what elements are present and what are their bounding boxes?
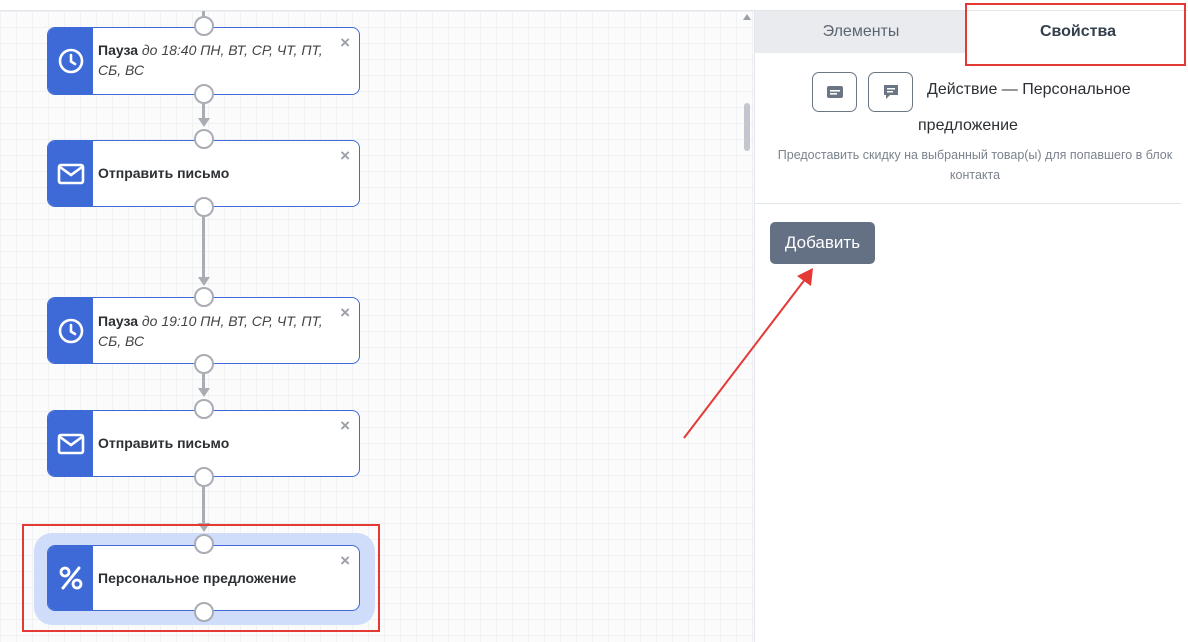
clock-icon — [48, 28, 93, 94]
node-port[interactable] — [193, 84, 214, 104]
close-icon[interactable]: × — [340, 417, 350, 434]
close-icon[interactable]: × — [340, 147, 350, 164]
envelope-icon — [48, 141, 93, 206]
comment-icon — [883, 85, 898, 99]
connector-line — [202, 217, 205, 277]
node-text: Отправить письмо — [98, 163, 335, 183]
connector-arrow — [197, 388, 210, 397]
node-port[interactable] — [193, 287, 214, 307]
connector-arrow — [197, 277, 210, 286]
scroll-up-icon[interactable] — [743, 14, 751, 20]
annotation-highlight-node — [22, 524, 380, 632]
node-port[interactable] — [193, 399, 214, 419]
close-icon[interactable]: × — [340, 34, 350, 51]
node-port[interactable] — [193, 197, 214, 217]
panel-title-continued: предложение — [918, 117, 1018, 134]
panel-title: Действие — Персональное — [927, 81, 1131, 98]
node-text: Пауза до 19:10 ПН, ВТ, СР, ЧТ, ПТ, СБ, В… — [98, 311, 335, 351]
connector-arrow — [197, 118, 210, 127]
node-title: Отправить письмо — [98, 435, 230, 451]
close-icon[interactable]: × — [340, 304, 350, 321]
scrollbar-thumb[interactable] — [744, 103, 750, 151]
node-title: Пауза — [98, 42, 139, 58]
divider — [755, 203, 1181, 204]
message-icon — [826, 86, 843, 98]
tab-elements[interactable]: Элементы — [755, 11, 967, 53]
connector-line — [202, 104, 205, 118]
message-button[interactable] — [812, 72, 857, 112]
envelope-icon — [48, 411, 93, 476]
node-port[interactable] — [193, 129, 214, 149]
connector-line — [202, 374, 205, 388]
annotation-highlight-tab — [965, 3, 1186, 66]
properties-panel: Элементы Свойства Действие — Персонально… — [754, 11, 1188, 642]
add-button[interactable]: Добавить — [770, 222, 875, 264]
node-port[interactable] — [193, 354, 214, 374]
node-title: Отправить письмо — [98, 165, 230, 181]
clock-icon — [48, 298, 93, 363]
node-text: Пауза до 18:40 ПН, ВТ, СР, ЧТ, ПТ, СБ, В… — [98, 40, 335, 80]
node-port[interactable] — [193, 16, 214, 36]
node-title: Пауза — [98, 313, 139, 329]
connector-line — [202, 487, 205, 523]
node-port[interactable] — [193, 467, 214, 487]
comment-button[interactable] — [868, 72, 913, 112]
panel-description: Предоставить скидку на выбранный товар(ы… — [777, 148, 1173, 182]
node-text: Отправить письмо — [98, 433, 335, 453]
